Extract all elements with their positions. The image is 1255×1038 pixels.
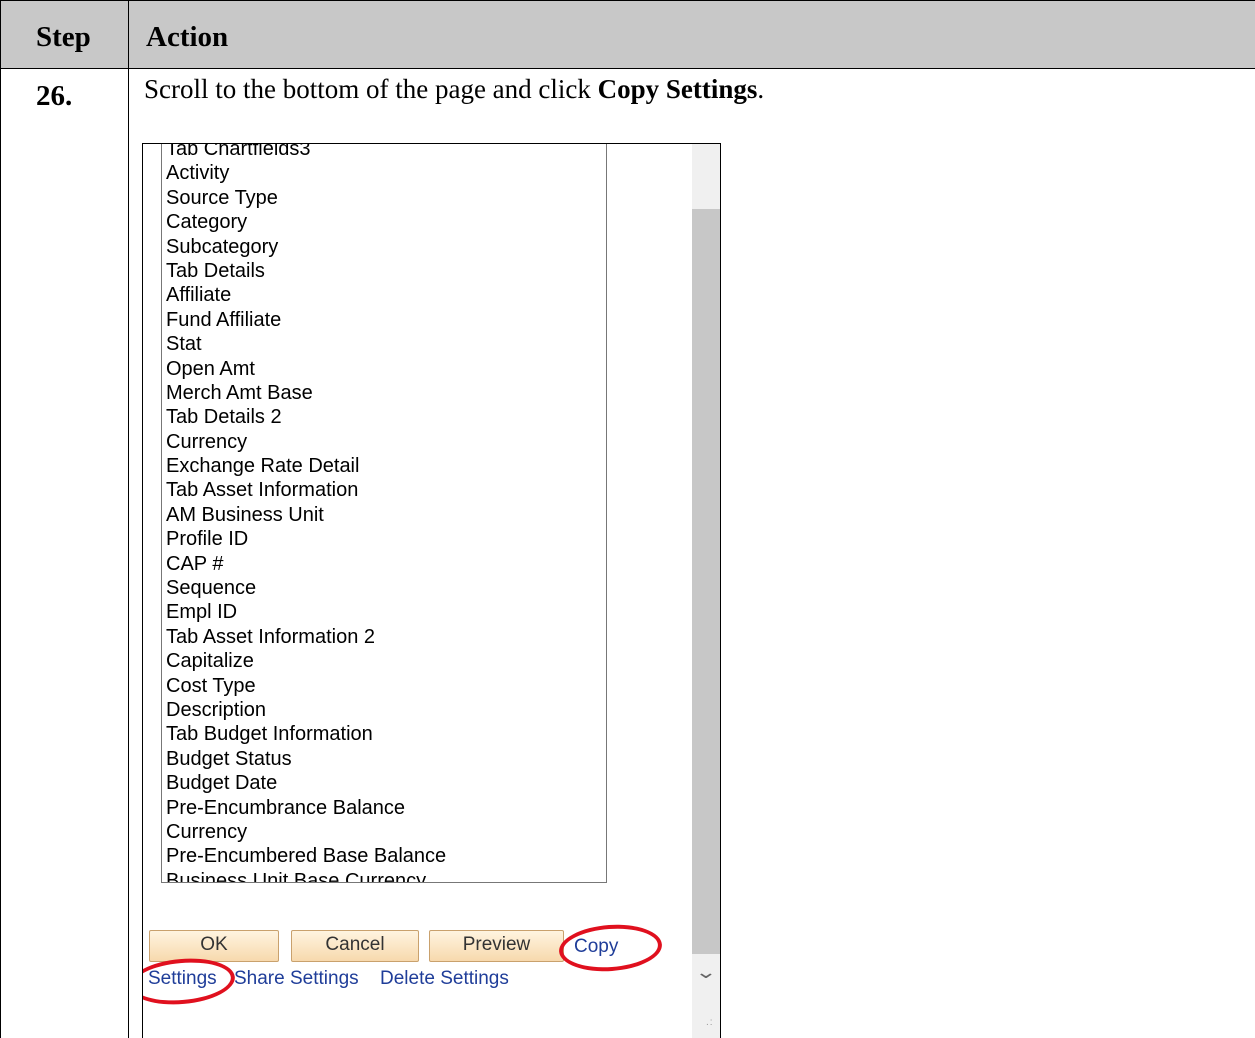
field-list-item[interactable]: Category xyxy=(166,210,606,234)
field-list-item[interactable]: Tab Budget Information xyxy=(166,722,606,746)
field-list-item[interactable]: Budget Status xyxy=(166,747,606,771)
field-list-item[interactable]: Subcategory xyxy=(166,235,606,259)
instruction-suffix: . xyxy=(757,74,765,104)
field-list-item[interactable]: Profile ID xyxy=(166,527,606,551)
field-list-item[interactable]: Business Unit Base Currency xyxy=(166,869,606,882)
field-list: Tab Chartfields3 Activity Source Type Categ… xyxy=(162,144,606,882)
table-header-row: Step Action xyxy=(0,0,1255,69)
table-left-border xyxy=(0,0,1,1038)
field-list-item[interactable]: Pre-Encumbrance Balance xyxy=(166,796,606,820)
field-list-item[interactable]: Budget Date xyxy=(166,771,606,795)
field-list-item[interactable]: Tab Details 2 xyxy=(166,405,606,429)
instruction-highlight: Copy Settings xyxy=(597,74,758,104)
field-list-box[interactable]: Tab Chartfields3 Activity Source Type Categ… xyxy=(161,144,607,883)
field-list-item[interactable]: Merch Amt Base xyxy=(166,381,606,405)
field-list-item[interactable]: Source Type xyxy=(166,186,606,210)
field-list-item[interactable]: Sequence xyxy=(166,576,606,600)
field-list-item[interactable]: Tab Chartfields3 xyxy=(166,144,606,161)
field-list-item[interactable]: Tab Asset Information 2 xyxy=(166,625,606,649)
ok-button[interactable]: OK xyxy=(149,930,279,962)
resize-grip-icon[interactable]: .: xyxy=(706,1017,714,1028)
field-list-item[interactable]: Affiliate xyxy=(166,283,606,307)
field-list-item[interactable]: Open Amt xyxy=(166,357,606,381)
field-list-item[interactable]: Pre-Encumbered Base Balance xyxy=(166,844,606,868)
field-list-item[interactable]: CAP # xyxy=(166,552,606,576)
field-list-item[interactable]: Stat xyxy=(166,332,606,356)
share-settings-link[interactable]: Share Settings xyxy=(234,968,359,990)
step-instruction: Scroll to the bottom of the page and cli… xyxy=(144,74,764,105)
field-list-item[interactable]: Capitalize xyxy=(166,649,606,673)
step-number: 26. xyxy=(36,80,73,112)
field-list-item[interactable]: Cost Type xyxy=(166,674,606,698)
embedded-screenshot: ⌄ .: Tab Chartfields3 Activity Source Type… xyxy=(142,143,721,1038)
delete-settings-link[interactable]: Delete Settings xyxy=(380,968,509,990)
field-list-item[interactable]: Fund Affiliate xyxy=(166,308,606,332)
step-column-header: Step xyxy=(36,21,91,53)
annotation-circle-copy xyxy=(557,921,664,975)
instruction-text: Scroll to the bottom of the page and cli… xyxy=(144,74,598,104)
action-column-header: Action xyxy=(146,21,229,53)
field-list-item[interactable]: AM Business Unit xyxy=(166,503,606,527)
field-list-item[interactable]: Currency xyxy=(166,430,606,454)
field-list-item[interactable]: Currency xyxy=(166,820,606,844)
scroll-down-arrow-icon[interactable]: ⌄ xyxy=(691,962,720,982)
annotation-circle-settings xyxy=(143,954,237,1009)
field-list-item[interactable]: Tab Asset Information xyxy=(166,478,606,502)
field-list-item[interactable]: Empl ID xyxy=(166,600,606,624)
table-column-divider xyxy=(128,0,129,1038)
scrollbar-thumb[interactable] xyxy=(692,209,720,954)
cancel-button[interactable]: Cancel xyxy=(291,930,419,962)
field-list-item[interactable]: Description xyxy=(166,698,606,722)
preview-button[interactable]: Preview xyxy=(429,930,564,962)
field-list-item[interactable]: Tab Details xyxy=(166,259,606,283)
field-list-item[interactable]: Exchange Rate Detail xyxy=(166,454,606,478)
field-list-item[interactable]: Activity xyxy=(166,161,606,185)
